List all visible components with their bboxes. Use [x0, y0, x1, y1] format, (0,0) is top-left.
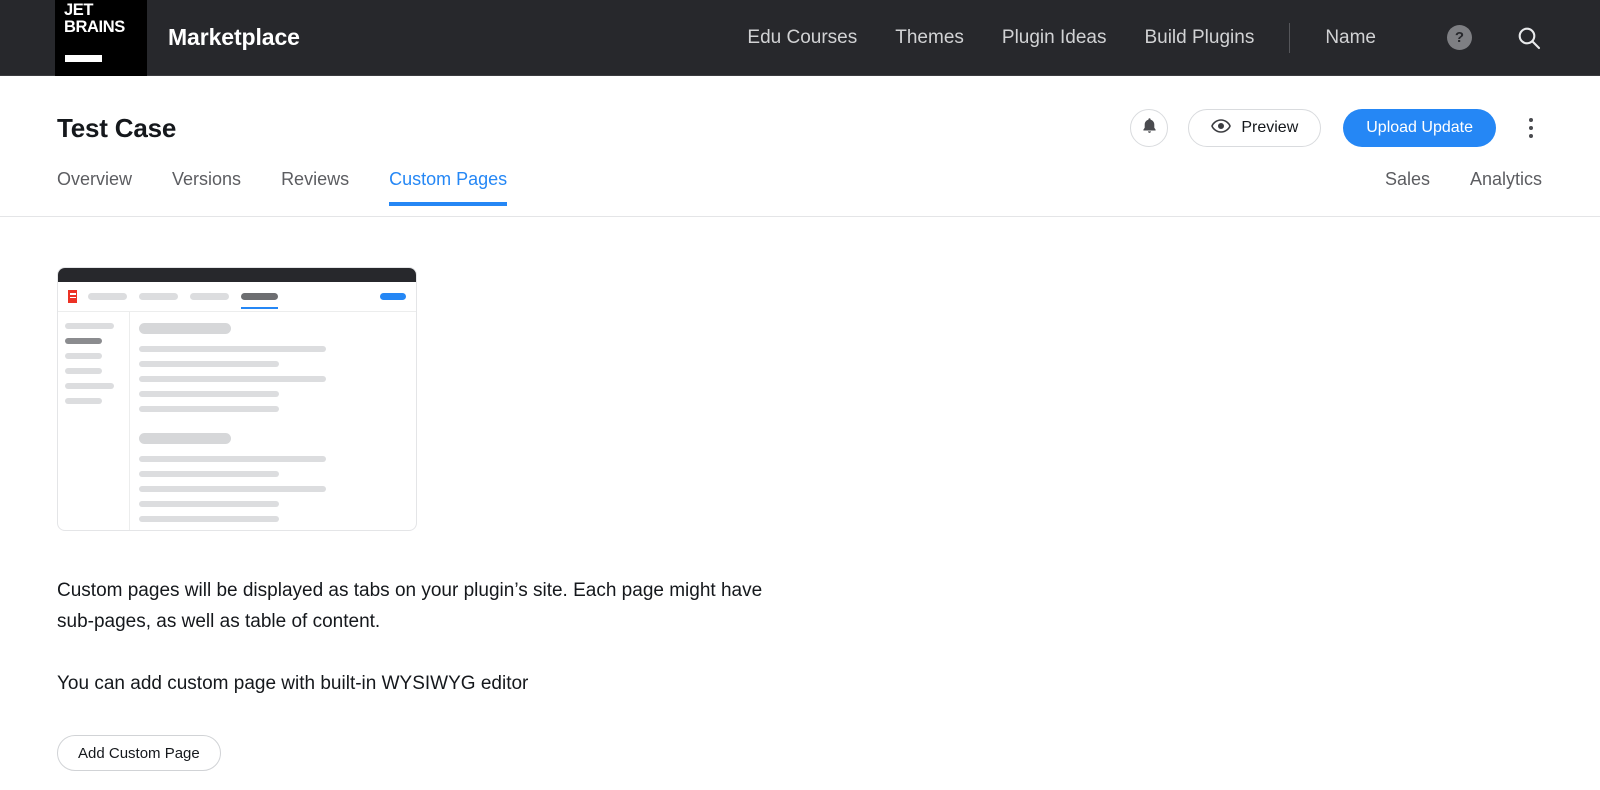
- eye-icon: [1211, 118, 1232, 138]
- nav-link-build-plugins[interactable]: Build Plugins: [1125, 27, 1273, 49]
- illustration-sidebar-item: [65, 398, 102, 404]
- illustration-content: [130, 312, 416, 530]
- illustration-sidebar: [58, 312, 130, 530]
- illustration-text-line: [139, 406, 279, 412]
- logo-line-1: JET: [64, 0, 94, 19]
- tab-custom-pages[interactable]: Custom Pages: [389, 169, 508, 206]
- tab-reviews[interactable]: Reviews: [281, 169, 349, 205]
- illustration-heading: [139, 323, 231, 334]
- brand-title[interactable]: Marketplace: [168, 24, 300, 51]
- kebab-dot: [1529, 134, 1533, 138]
- preview-button[interactable]: Preview: [1188, 109, 1322, 147]
- upload-update-button[interactable]: Upload Update: [1343, 109, 1496, 147]
- custom-page-illustration: [57, 267, 417, 531]
- tab-overview[interactable]: Overview: [57, 169, 132, 205]
- search-icon[interactable]: [1516, 25, 1542, 51]
- custom-pages-editor-note: You can add custom page with built-in WY…: [57, 673, 529, 694]
- illustration-sidebar-item: [65, 383, 114, 389]
- tab-sales[interactable]: Sales: [1385, 169, 1430, 205]
- illustration-text-line: [139, 376, 326, 382]
- illustration-heading: [139, 433, 231, 444]
- illustration-text-line: [139, 391, 279, 397]
- illustration-nav-pill: [190, 293, 229, 300]
- plugin-tabs: Overview Versions Reviews Custom Pages S…: [0, 169, 1600, 217]
- nav-divider: [1289, 22, 1291, 53]
- site-header: JET BRAINS Marketplace Edu Courses Theme…: [0, 0, 1600, 76]
- page-title: Test Case: [57, 112, 177, 143]
- add-custom-page-button[interactable]: Add Custom Page: [57, 735, 221, 771]
- preview-button-label: Preview: [1241, 119, 1299, 136]
- jetbrains-logo[interactable]: JET BRAINS: [55, 0, 147, 76]
- custom-pages-description: Custom pages will be displayed as tabs o…: [57, 580, 763, 632]
- illustration-titlebar: [58, 268, 416, 282]
- illustration-text-line: [139, 501, 279, 507]
- jetbrains-logo-underline: [65, 54, 102, 62]
- page-header: Test Case Preview Upload Update: [0, 95, 1600, 161]
- illustration-text-line: [139, 471, 279, 477]
- nav-link-plugin-ideas[interactable]: Plugin Ideas: [983, 27, 1126, 49]
- account-menu[interactable]: Name: [1306, 27, 1395, 49]
- illustration-text-line: [139, 486, 326, 492]
- illustration-sidebar-item-active: [65, 338, 102, 344]
- illustration-nav-pill-active: [241, 293, 278, 309]
- illustration-sidebar-item: [65, 323, 114, 329]
- kebab-dot: [1529, 118, 1533, 122]
- illustration-body: [58, 312, 416, 530]
- question-mark-icon[interactable]: ?: [1447, 25, 1472, 50]
- more-vertical-icon[interactable]: [1520, 109, 1542, 147]
- plugin-tabs-secondary: Sales Analytics: [1345, 169, 1542, 205]
- illustration-text-line: [139, 346, 326, 352]
- tab-analytics[interactable]: Analytics: [1470, 169, 1542, 205]
- bell-icon: [1141, 117, 1158, 140]
- primary-navigation: Edu Courses Themes Plugin Ideas Build Pl…: [728, 0, 1600, 75]
- illustration-nav-button: [380, 293, 406, 300]
- illustration-text-line: [139, 516, 279, 522]
- illustration-nav-pill: [139, 293, 178, 300]
- kebab-dot: [1529, 126, 1533, 130]
- illustration-plugin-logo-icon: [68, 290, 77, 303]
- illustration-sidebar-item: [65, 353, 102, 359]
- illustration-text-line: [139, 456, 326, 462]
- logo-line-2: BRAINS: [64, 17, 125, 36]
- illustration-navbar: [58, 282, 416, 312]
- illustration-nav-pill: [88, 293, 127, 300]
- nav-link-edu-courses[interactable]: Edu Courses: [728, 27, 876, 49]
- jetbrains-logo-text: JET BRAINS: [64, 0, 125, 36]
- custom-pages-panel: Custom pages will be displayed as tabs o…: [0, 267, 1600, 771]
- notifications-button[interactable]: [1130, 109, 1169, 147]
- nav-link-themes[interactable]: Themes: [876, 27, 983, 49]
- tab-versions[interactable]: Versions: [172, 169, 241, 205]
- illustration-spacer: [139, 421, 401, 433]
- illustration-text-line: [139, 361, 279, 367]
- illustration-sidebar-item: [65, 368, 102, 374]
- header-actions: Preview Upload Update: [1130, 109, 1542, 147]
